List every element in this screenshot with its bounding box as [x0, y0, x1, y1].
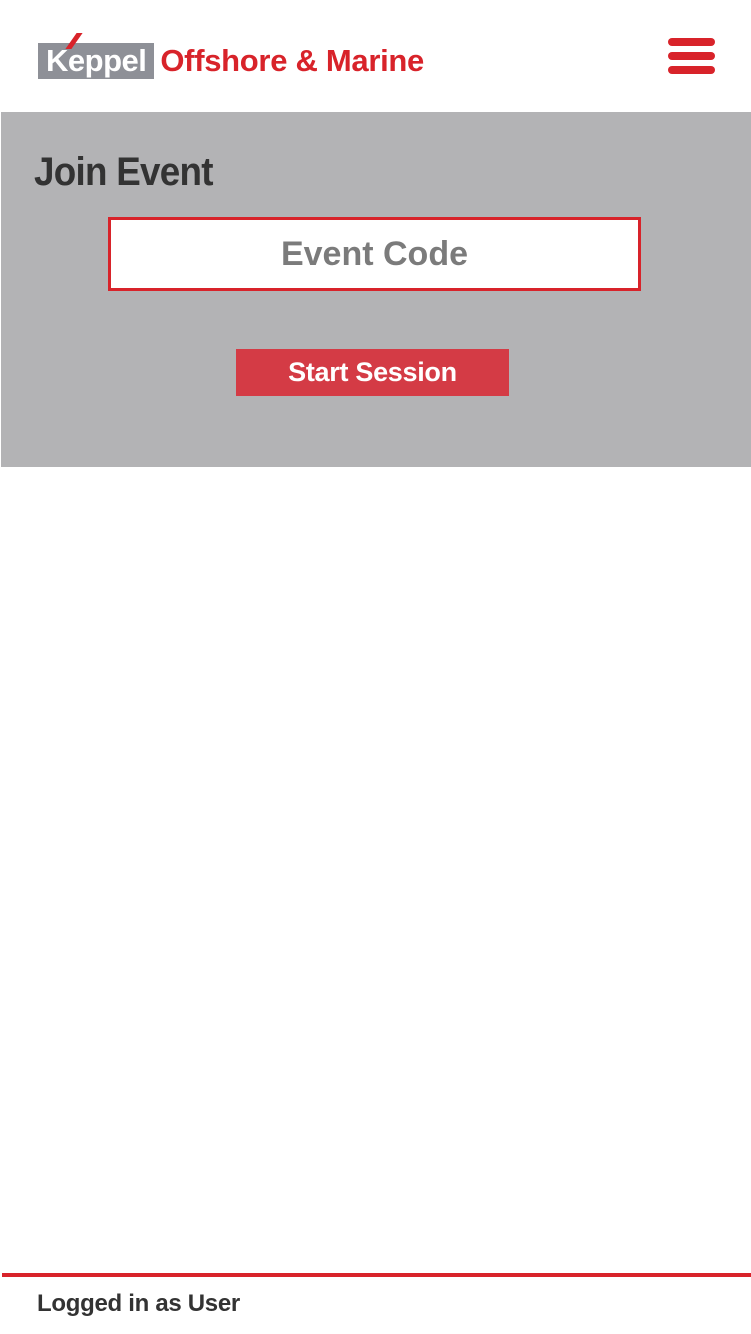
menu-bar: [668, 38, 715, 46]
header: Keppel Offshore & Marine: [0, 0, 751, 112]
start-session-button[interactable]: Start Session: [236, 349, 509, 396]
page-title: Join Event: [34, 150, 213, 194]
join-event-panel: Join Event Start Session: [1, 112, 751, 467]
app-screen: Keppel Offshore & Marine Join Event Star…: [0, 0, 751, 1334]
menu-bar: [668, 66, 715, 74]
logo-text: Offshore & Marine: [160, 43, 424, 78]
event-code-input[interactable]: [108, 217, 641, 291]
logo-brand: Keppel: [46, 43, 147, 78]
logo-brand-box: Keppel: [38, 33, 155, 79]
company-logo[interactable]: Keppel Offshore & Marine: [38, 32, 424, 80]
menu-bar: [668, 52, 715, 60]
login-status: Logged in as User: [37, 1290, 240, 1317]
hamburger-menu-icon[interactable]: [668, 38, 716, 74]
footer-divider: [2, 1273, 751, 1277]
